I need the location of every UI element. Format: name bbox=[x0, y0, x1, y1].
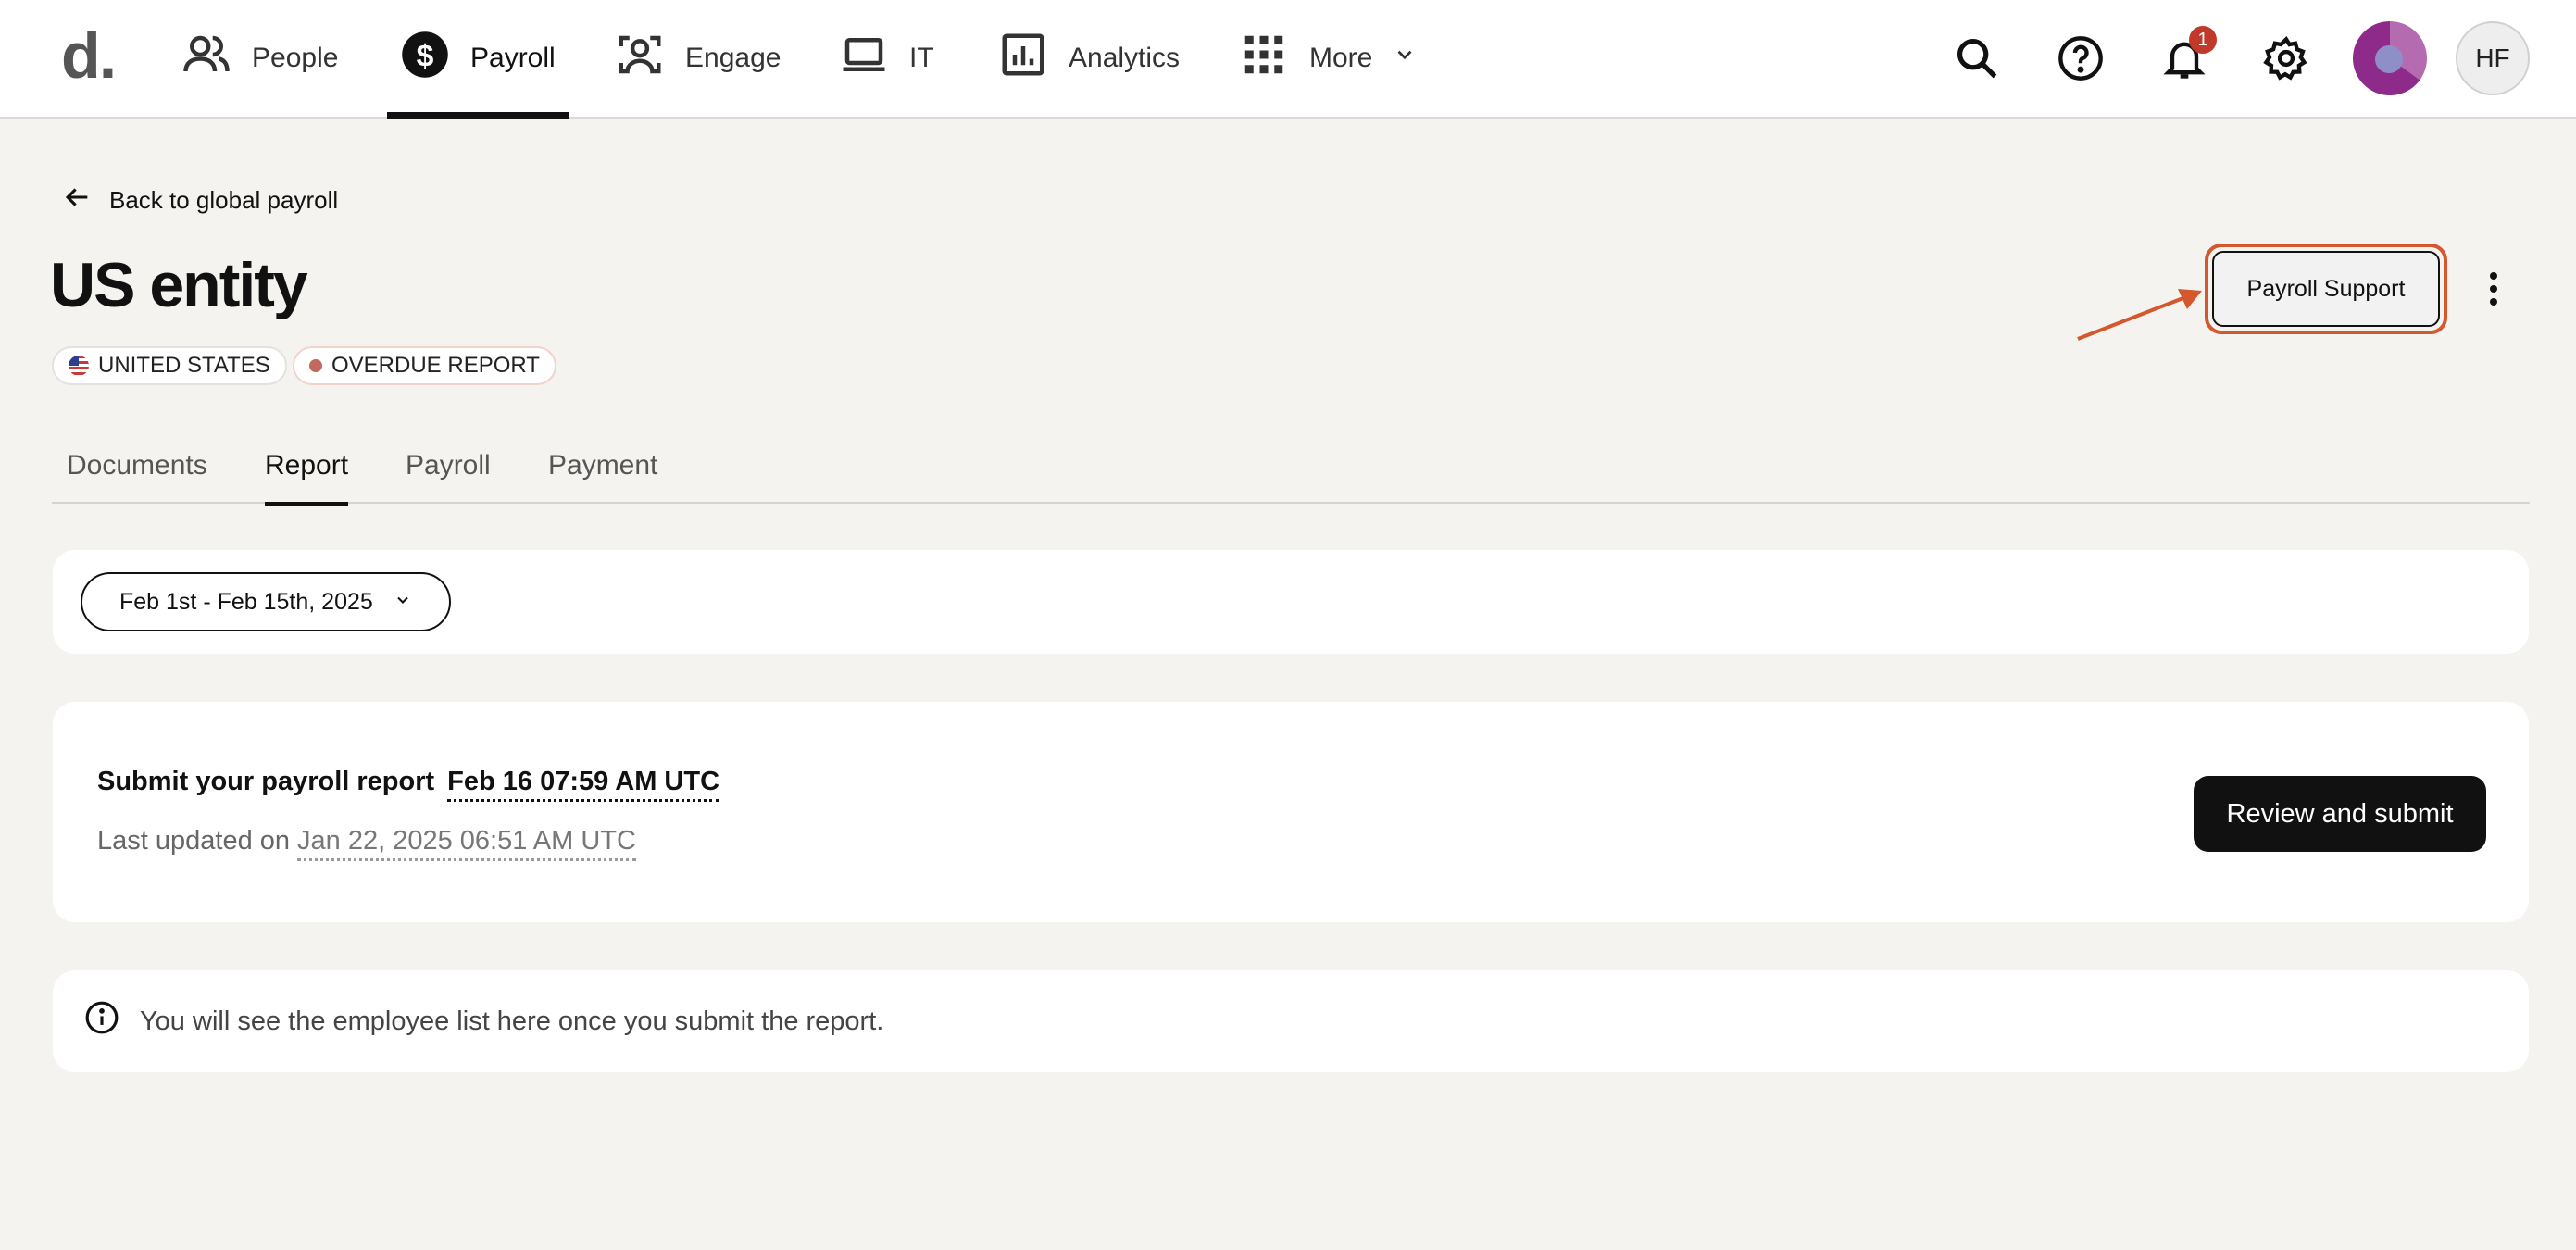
submit-report-heading: Submit your payroll report Feb 16 07:59 … bbox=[97, 767, 720, 802]
last-updated: Last updated on Jan 22, 2025 06:51 AM UT… bbox=[97, 826, 636, 861]
nav-label: People bbox=[252, 43, 339, 73]
grid-icon bbox=[1239, 30, 1289, 87]
chevron-down-icon bbox=[1393, 43, 1417, 74]
info-text: You will see the employee list here once… bbox=[140, 1006, 884, 1036]
tab-documents[interactable]: Documents bbox=[67, 450, 207, 502]
chevron-down-icon bbox=[394, 589, 412, 616]
search-icon[interactable] bbox=[1946, 28, 2007, 89]
us-flag-icon bbox=[69, 356, 89, 376]
tab-bar: Documents Report Payroll Payment bbox=[52, 435, 2530, 506]
updated-date[interactable]: Jan 22, 2025 06:51 AM UTC bbox=[297, 826, 636, 861]
chip-label: UNITED STATES bbox=[98, 353, 270, 378]
nav-item-people[interactable]: People bbox=[181, 0, 338, 117]
info-card: You will see the employee list here once… bbox=[53, 970, 2529, 1072]
nav-item-payroll[interactable]: $ Payroll bbox=[387, 0, 569, 119]
payroll-support-highlight: Payroll Support bbox=[2205, 244, 2447, 334]
user-avatar[interactable]: HF bbox=[2456, 21, 2530, 95]
top-navigation: d. People $ Payroll Engage IT Analytics bbox=[0, 0, 2576, 119]
page-title: US entity bbox=[50, 250, 308, 320]
nav-label: More bbox=[1309, 43, 1373, 73]
country-chip: UNITED STATES bbox=[52, 346, 287, 385]
nav-label: Analytics bbox=[1069, 43, 1181, 73]
tab-payment[interactable]: Payment bbox=[548, 450, 657, 502]
analytics-icon bbox=[998, 30, 1048, 87]
back-link-label: Back to global payroll bbox=[109, 186, 339, 214]
arrow-left-icon bbox=[61, 181, 93, 219]
review-and-submit-button[interactable]: Review and submit bbox=[2194, 776, 2486, 852]
gear-icon[interactable] bbox=[2256, 28, 2317, 89]
nav-item-it[interactable]: IT bbox=[839, 0, 934, 117]
help-icon[interactable] bbox=[2050, 28, 2111, 89]
period-card: Feb 1st - Feb 15th, 2025 bbox=[53, 550, 2529, 654]
updated-prefix: Last updated on bbox=[97, 826, 291, 856]
period-dropdown[interactable]: Feb 1st - Feb 15th, 2025 bbox=[81, 572, 451, 631]
status-badge: OVERDUE REPORT bbox=[293, 346, 556, 385]
back-to-global-payroll-link[interactable]: Back to global payroll bbox=[61, 181, 338, 219]
nav-label: Engage bbox=[685, 43, 782, 73]
status-dot-icon bbox=[309, 359, 322, 372]
report-card: Submit your payroll report Feb 16 07:59 … bbox=[53, 702, 2529, 922]
company-avatar[interactable] bbox=[2353, 21, 2427, 95]
info-icon bbox=[84, 1000, 119, 1043]
period-label: Feb 1st - Feb 15th, 2025 bbox=[119, 588, 373, 615]
notifications-icon[interactable]: 1 bbox=[2154, 26, 2217, 89]
people-icon bbox=[181, 30, 231, 87]
nav-item-analytics[interactable]: Analytics bbox=[998, 0, 1180, 117]
deel-logo[interactable]: d. bbox=[61, 19, 117, 93]
deadline-time[interactable]: Feb 16 07:59 AM UTC bbox=[447, 767, 720, 802]
tab-payroll[interactable]: Payroll bbox=[406, 450, 491, 502]
svg-text:$: $ bbox=[417, 38, 434, 73]
dollar-icon: $ bbox=[400, 30, 450, 87]
engage-icon bbox=[615, 30, 665, 87]
nav-item-engage[interactable]: Engage bbox=[615, 0, 781, 117]
notification-badge: 1 bbox=[2189, 26, 2217, 54]
annotation-arrow-icon bbox=[2077, 289, 2202, 341]
nav-label: Payroll bbox=[470, 43, 556, 73]
submit-label: Submit your payroll report bbox=[97, 767, 435, 796]
more-options-icon[interactable] bbox=[2474, 263, 2513, 315]
laptop-icon bbox=[839, 30, 889, 87]
nav-label: IT bbox=[909, 43, 934, 73]
info-message: You will see the employee list here once… bbox=[84, 970, 883, 1072]
payroll-support-button[interactable]: Payroll Support bbox=[2212, 251, 2440, 327]
nav-item-more[interactable]: More bbox=[1239, 0, 1417, 117]
chip-label: OVERDUE REPORT bbox=[331, 353, 540, 378]
tab-report[interactable]: Report bbox=[265, 450, 349, 506]
